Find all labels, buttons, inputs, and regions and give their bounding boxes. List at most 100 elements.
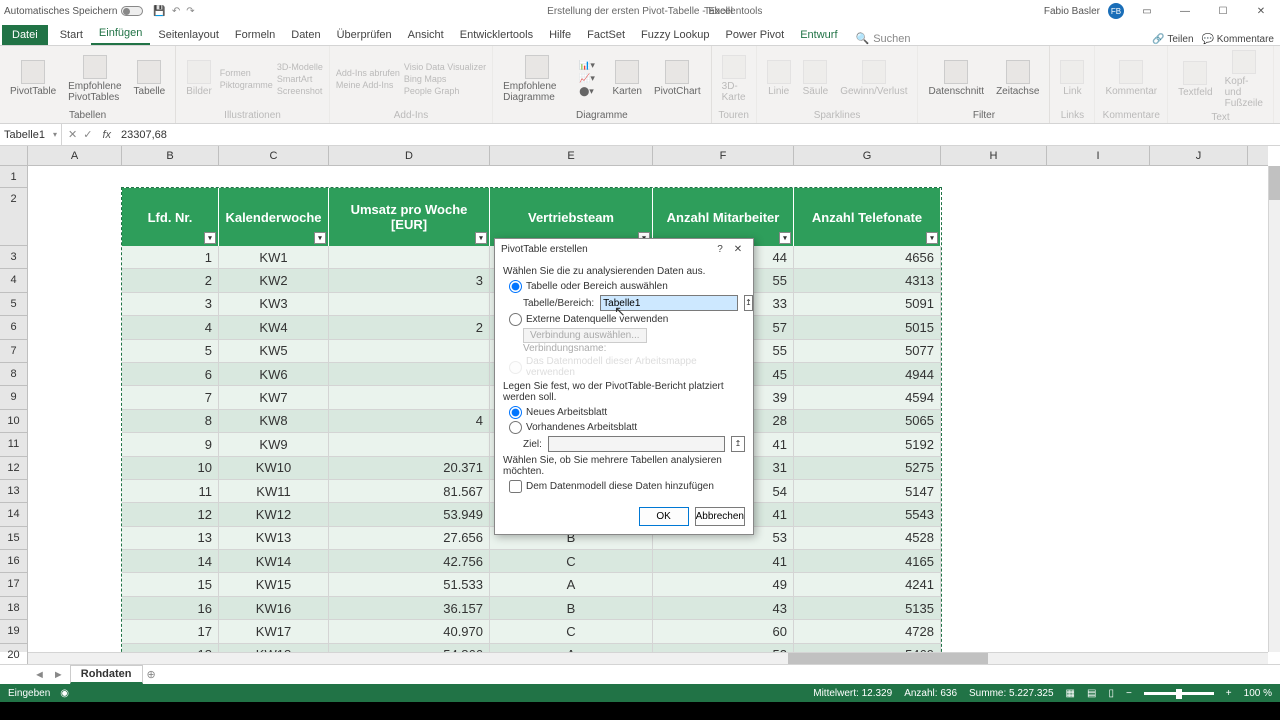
table-cell[interactable]: 8 [122,410,219,433]
row-header[interactable]: 11 [0,433,28,456]
shapes-button[interactable]: Formen [220,68,273,78]
view-pagebreak-icon[interactable]: ▯ [1108,688,1114,699]
row-header[interactable]: 16 [0,550,28,573]
row-header[interactable]: 4 [0,269,28,292]
table-cell[interactable] [329,246,490,269]
table-cell[interactable]: 1 [122,246,219,269]
table-cell[interactable]: 14 [122,550,219,573]
table-cell[interactable] [329,293,490,316]
table-cell[interactable]: 5091 [794,293,941,316]
row-header[interactable]: 5 [0,293,28,316]
tab-ueberpruefen[interactable]: Überprüfen [329,25,400,45]
select-all-corner[interactable] [0,146,28,165]
table-cell[interactable]: 4165 [794,550,941,573]
tab-entwurf[interactable]: Entwurf [792,25,845,45]
table-cell[interactable]: 5543 [794,503,941,526]
table-cell[interactable] [329,386,490,409]
opt-new-worksheet[interactable]: Neues Arbeitsblatt [509,406,745,419]
row-header[interactable]: 1 [0,166,28,188]
cancel-entry-icon[interactable]: ✕ [68,128,77,141]
table-cell[interactable]: 5147 [794,480,941,503]
table-cell[interactable]: 20.371 [329,457,490,480]
row-header[interactable]: 10 [0,410,28,433]
table-cell[interactable]: C [490,620,653,643]
table-header-cell[interactable]: Lfd. Nr.▾ [122,188,219,246]
table-cell[interactable]: 4944 [794,363,941,386]
comment-button[interactable]: Kommentar [1101,58,1161,99]
tab-seitenlayout[interactable]: Seitenlayout [150,25,227,45]
redo-icon[interactable]: ↷ [186,6,194,17]
table-cell[interactable]: 36.157 [329,597,490,620]
get-addins-button[interactable]: Add-Ins abrufen [336,68,400,78]
row-header[interactable]: 7 [0,340,28,363]
textbox-button[interactable]: Textfeld [1174,59,1216,100]
3dmodels-button[interactable]: 3D-Modelle [277,62,323,72]
enter-entry-icon[interactable]: ✓ [83,128,92,141]
zoom-level[interactable]: 100 % [1244,688,1272,699]
table-cell[interactable]: 4656 [794,246,941,269]
table-cell[interactable]: 49 [653,573,794,596]
table-cell[interactable]: 27.656 [329,527,490,550]
chk-add-to-datamodel[interactable]: Dem Datenmodell diese Daten hinzufügen [509,480,745,493]
save-icon[interactable]: 💾 [153,6,165,17]
table-cell[interactable]: 5065 [794,410,941,433]
table-cell[interactable]: 5077 [794,340,941,363]
table-cell[interactable]: 4528 [794,527,941,550]
table-row[interactable]: 16KW1636.157B435135 [122,597,941,620]
minimize-icon[interactable]: — [1170,6,1200,17]
bingmaps-button[interactable]: Bing Maps [404,74,486,84]
table-cell[interactable]: 4 [329,410,490,433]
dialog-close-icon[interactable]: ✕ [729,244,747,255]
tab-start[interactable]: Start [52,25,91,45]
table-cell[interactable]: 43 [653,597,794,620]
range-input[interactable] [600,295,738,311]
icons-button[interactable]: Piktogramme [220,80,273,90]
sheet-nav-prev-icon[interactable]: ◄ [30,669,49,681]
timeline-button[interactable]: Zeitachse [992,58,1043,99]
table-cell[interactable]: C [490,550,653,573]
filter-icon[interactable]: ▾ [314,232,326,244]
col-header[interactable]: I [1047,146,1150,165]
ribbon-options-icon[interactable]: ▭ [1132,6,1162,17]
col-header[interactable]: D [329,146,490,165]
zoom-slider[interactable] [1144,692,1214,695]
recommended-pivottables-button[interactable]: Empfohlene PivotTables [64,53,125,105]
table-cell[interactable]: KW11 [219,480,329,503]
col-header[interactable]: H [941,146,1047,165]
col-header[interactable]: J [1150,146,1248,165]
table-cell[interactable]: KW14 [219,550,329,573]
zoom-in-icon[interactable]: + [1226,688,1232,699]
table-cell[interactable]: 41 [653,550,794,573]
share-button[interactable]: 🔗 Teilen [1152,34,1193,45]
table-cell[interactable]: 81.567 [329,480,490,503]
table-cell[interactable]: KW17 [219,620,329,643]
table-cell[interactable]: KW16 [219,597,329,620]
row-header[interactable]: 2 [0,188,28,246]
opt-external-source[interactable]: Externe Datenquelle verwenden [509,313,745,326]
tab-entwicklertools[interactable]: Entwicklertools [452,25,541,45]
table-header-cell[interactable]: Umsatz pro Woche [EUR]▾ [329,188,490,246]
col-header[interactable]: A [28,146,122,165]
table-cell[interactable]: KW13 [219,527,329,550]
peoplegraph-button[interactable]: People Graph [404,86,486,96]
table-cell[interactable]: KW6 [219,363,329,386]
table-cell[interactable]: 4313 [794,269,941,292]
table-cell[interactable]: KW15 [219,573,329,596]
collapse-dialog-icon[interactable]: ↥ [731,436,745,452]
horizontal-scrollbar[interactable] [28,652,1268,664]
pivotchart-button[interactable]: PivotChart [650,58,705,99]
table-cell[interactable]: 53.949 [329,503,490,526]
undo-icon[interactable]: ↶ [172,6,180,17]
autosave-toggle[interactable]: Automatisches Speichern [4,6,143,17]
row-header[interactable]: 8 [0,363,28,386]
table-cell[interactable]: A [490,573,653,596]
row-header[interactable]: 3 [0,246,28,269]
slicer-button[interactable]: Datenschnitt [924,58,988,99]
table-cell[interactable] [329,340,490,363]
table-row[interactable]: 15KW1551.533A494241 [122,573,941,596]
table-cell[interactable]: 7 [122,386,219,409]
table-cell[interactable]: 5 [122,340,219,363]
tab-hilfe[interactable]: Hilfe [541,25,579,45]
table-cell[interactable]: 10 [122,457,219,480]
tab-factset[interactable]: FactSet [579,25,633,45]
